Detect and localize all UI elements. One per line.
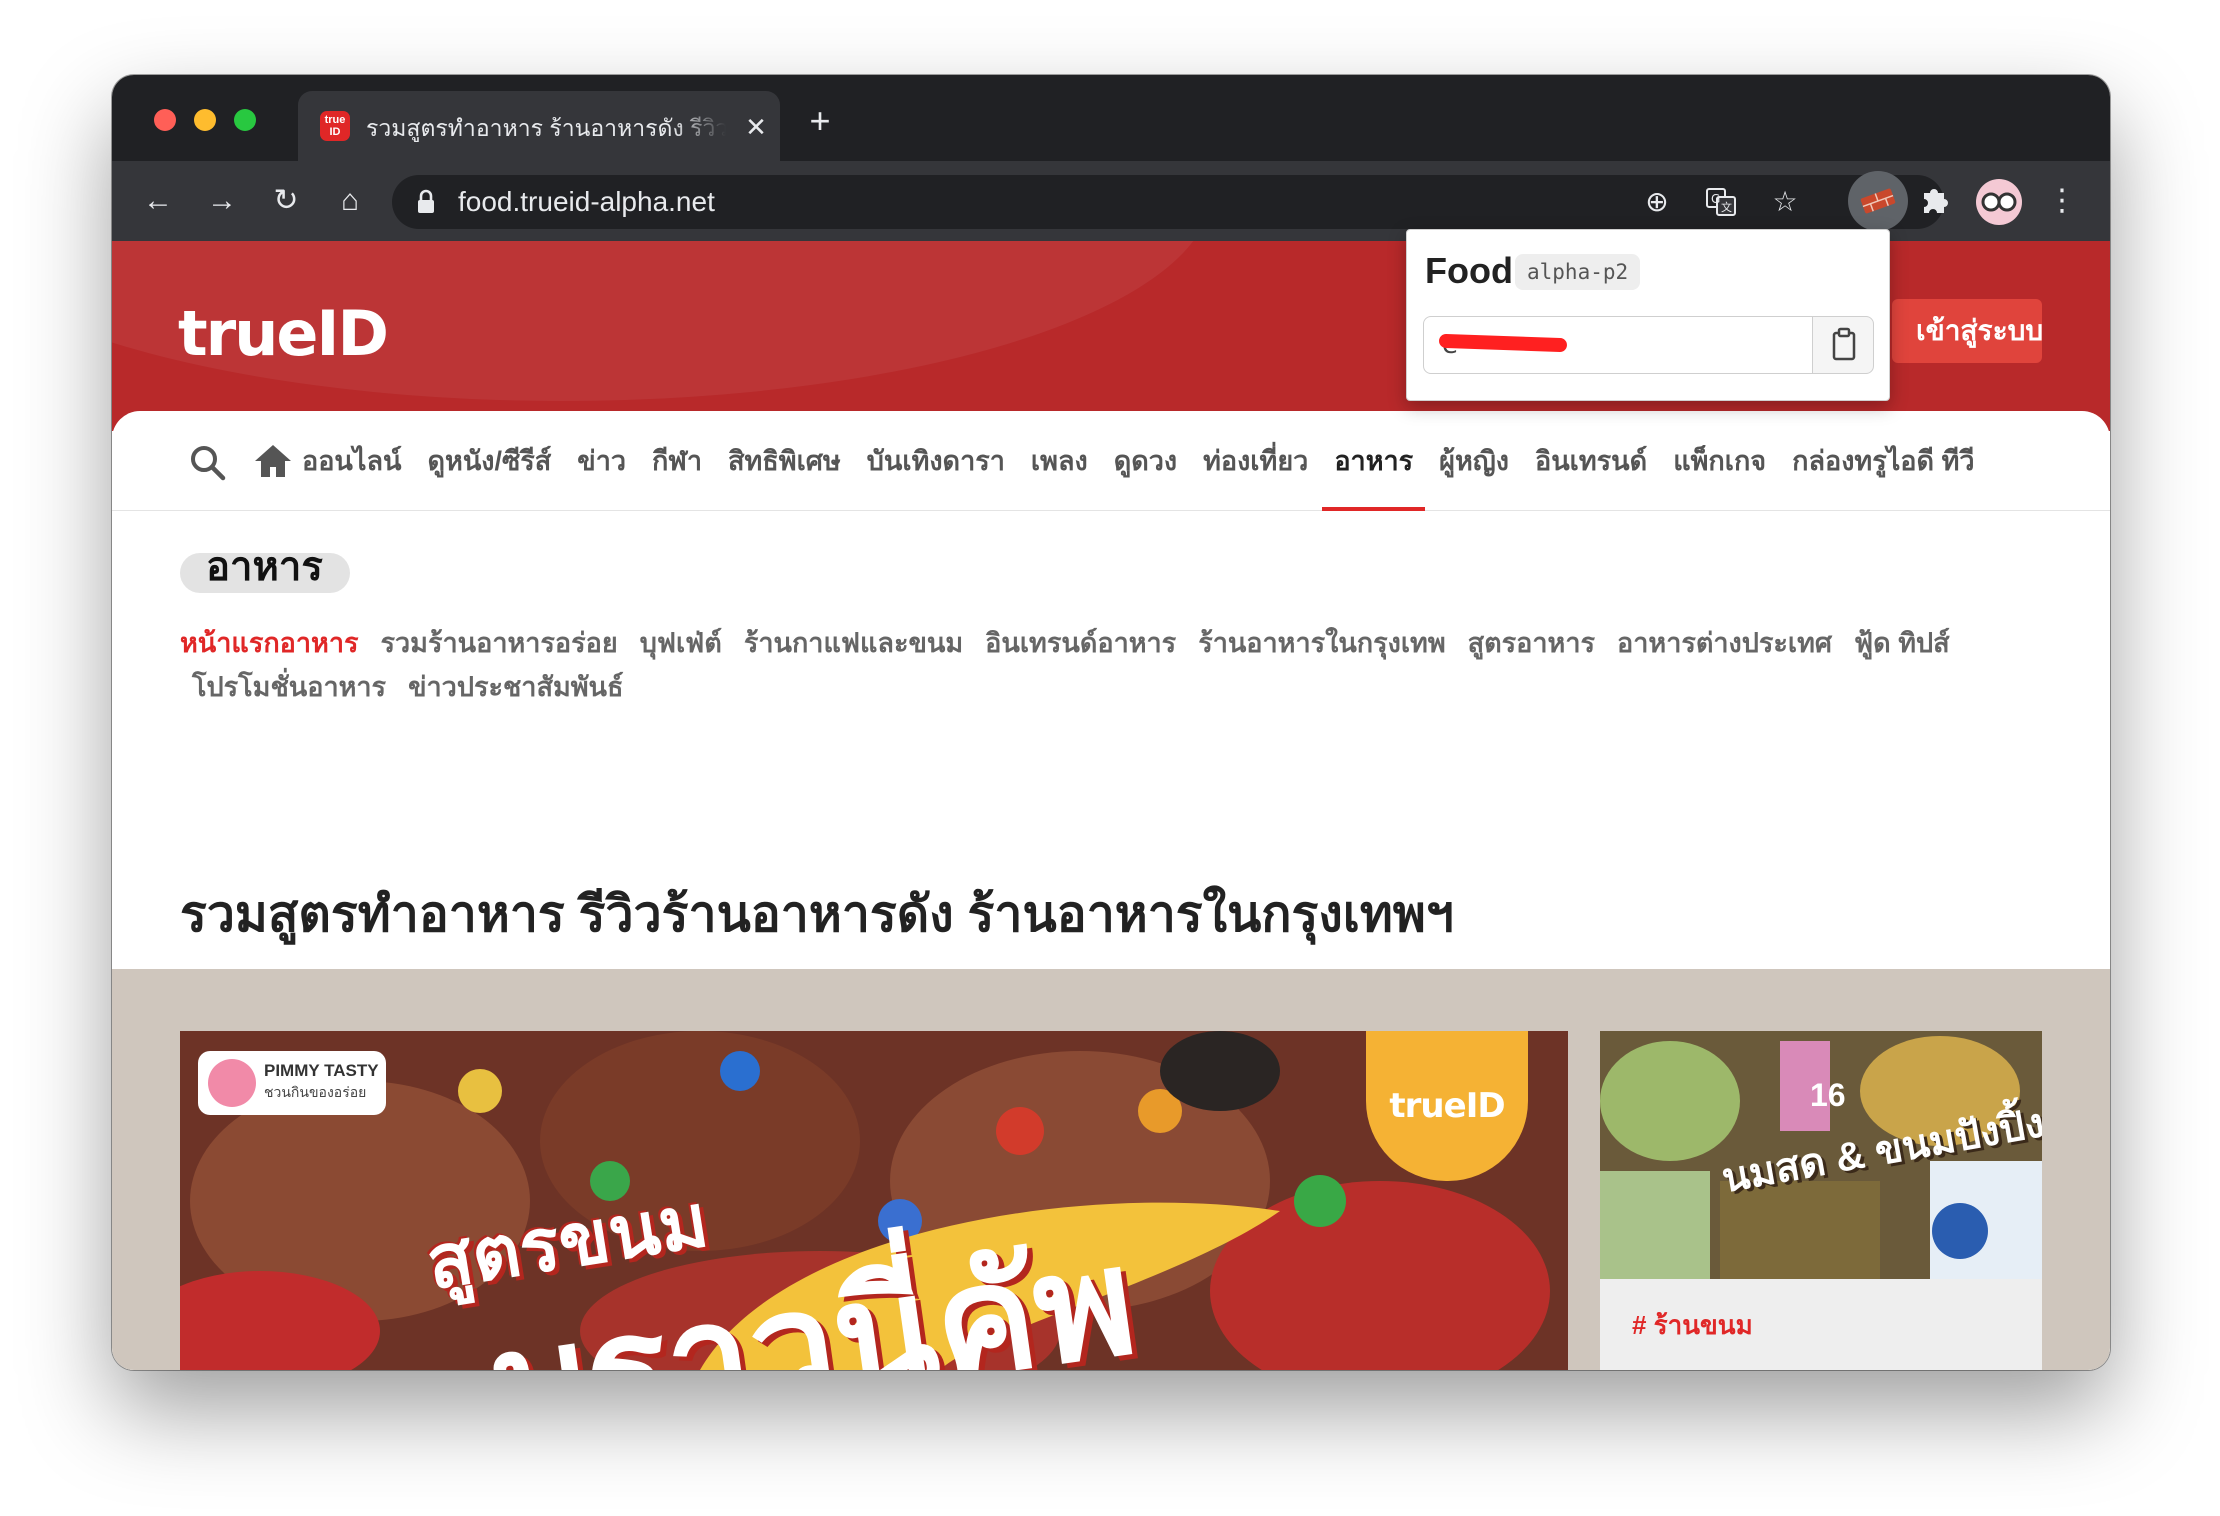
side-promo-number: 16 [1810, 1077, 1846, 1113]
nav-item[interactable]: กีฬา [652, 411, 702, 511]
nav-item[interactable]: อินเทรนด์ [1535, 411, 1647, 511]
login-button[interactable]: เข้าสู่ระบบ [1892, 299, 2042, 363]
sub-nav-item[interactable]: อินเทรนด์อาหาร [985, 621, 1176, 665]
svg-text:文: 文 [1721, 200, 1732, 214]
tab-title: รวมสูตรทำอาหาร ร้านอาหารดัง รีวิวร้านอาห… [366, 115, 726, 141]
home-icon[interactable]: ⌂ [330, 181, 370, 221]
pimmy-tasty-badge: PIMMY TASTY ชวนกินของอร่อย [198, 1051, 386, 1115]
sub-nav-row-2: โปรโมชั่นอาหาร ข่าวประชาสัมพันธ์ [180, 665, 2080, 709]
sub-nav-item[interactable]: บุฟเฟ่ต์ [640, 621, 722, 665]
install-app-icon[interactable]: ⊕ [1640, 185, 1674, 219]
sub-nav-row-1: หน้าแรกอาหาร รวมร้านอาหารอร่อย บุฟเฟ่ต์ ร้า… [180, 621, 2080, 665]
sub-nav-item[interactable]: ร้านอาหารในกรุงเทพ [1198, 621, 1445, 665]
tab-close-icon[interactable]: ✕ [742, 113, 770, 141]
forward-arrow-icon[interactable]: → [202, 181, 242, 221]
page-title: รวมสูตรทำอาหาร รีวิวร้านอาหารดัง ร้านอาห… [180, 886, 1454, 942]
new-tab-button[interactable]: + [802, 103, 838, 139]
bookmark-star-icon[interactable]: ☆ [1768, 185, 1802, 219]
nav-item[interactable]: อาหาร [1322, 411, 1425, 511]
side-article-tag[interactable]: # ร้านขนม [1632, 1307, 1753, 1343]
nav-item[interactable]: แพ็กเกจ [1673, 411, 1766, 511]
page-content: trueID เข้าสู่ระบบ ออนไลน์ ดูหนัง/ซีรีส์ข… [112, 241, 2110, 1370]
puzzle-icon[interactable] [1912, 179, 1956, 223]
translate-icon[interactable]: G 文 [1704, 185, 1738, 219]
copy-button[interactable] [1812, 316, 1874, 374]
minimize-window-button[interactable] [194, 109, 216, 131]
svg-text:G: G [1711, 192, 1720, 206]
url-text[interactable]: food.trueid-alpha.net [458, 185, 715, 219]
tab-strip: true ID รวมสูตรทำอาหาร ร้านอาหารดัง รีวิ… [112, 75, 2110, 161]
section-title: อาหาร [206, 545, 323, 589]
reload-icon[interactable]: ↻ [266, 181, 306, 221]
nav-item[interactable]: กล่องทรูไอดี ทีวี [1792, 411, 1974, 511]
tab-favicon-icon: true ID [320, 111, 350, 141]
back-arrow-icon[interactable]: ← [138, 181, 178, 221]
nav-item[interactable]: ผู้หญิง [1439, 411, 1509, 511]
main-nav: ออนไลน์ ดูหนัง/ซีรีส์ ข่าว กีฬา สิทธิพิเศษ บั… [112, 411, 2110, 511]
nav-item[interactable]: ออนไลน์ [302, 411, 401, 511]
pimmy-name: PIMMY TASTY [264, 1061, 379, 1080]
sub-nav-item[interactable]: ข่าวประชาสัมพันธ์ [408, 665, 623, 709]
sub-nav-item[interactable]: รวมร้านอาหารอร่อย [381, 621, 618, 665]
sub-nav: หน้าแรกอาหาร รวมร้านอาหารอร่อย บุฟเฟ่ต์ ร้า… [180, 621, 2080, 709]
nav-item[interactable]: ดูหนัง/ซีรีส์ [427, 411, 551, 511]
nav-item[interactable]: เพลง [1031, 411, 1088, 511]
extension-popup: Food alpha-p2 e [1406, 229, 1890, 401]
popup-title: Food [1425, 250, 1513, 291]
sub-nav-item[interactable]: อาหารต่างประเทศ [1617, 621, 1832, 665]
profile-avatar[interactable] [1976, 179, 2022, 225]
trueid-logo[interactable]: trueID [178, 299, 389, 369]
browser-window: true ID รวมสูตรทำอาหาร ร้านอาหารดัง รีวิ… [112, 75, 2110, 1370]
maximize-window-button[interactable] [234, 109, 256, 131]
clipboard-icon [1832, 327, 1856, 361]
nav-item[interactable]: ท่องเที่ยว [1203, 411, 1308, 511]
nav-items: ออนไลน์ ดูหนัง/ซีรีส์ ข่าว กีฬา สิทธิพิเศษ บั… [302, 411, 2042, 511]
lock-icon [418, 189, 434, 213]
sub-nav-item[interactable]: โปรโมชั่นอาหาร [192, 665, 386, 709]
browser-menu-icon[interactable]: ⋮ [2040, 179, 2084, 223]
address-bar[interactable]: food.trueid-alpha.net ⊕ G 文 ☆ [392, 175, 1944, 229]
nav-item[interactable]: สิทธิพิเศษ [728, 411, 841, 511]
close-window-button[interactable] [154, 109, 176, 131]
featured-article-image[interactable]: PIMMY TASTY ชวนกินของอร่อย trueID สูตรขน… [180, 1031, 1568, 1370]
nav-item[interactable]: ข่าว [577, 411, 626, 511]
sub-nav-item[interactable]: หน้าแรกอาหาร [180, 621, 359, 665]
nav-item[interactable]: บันเทิงดารา [867, 411, 1005, 511]
search-icon[interactable] [188, 443, 228, 483]
avatar-glasses-icon [1981, 192, 2017, 212]
side-article-card[interactable]: 16 นมสด & ขนมปังปิ้ง # ร้านขนม [1600, 1031, 2042, 1370]
pimmy-avatar [208, 1059, 256, 1107]
sub-nav-item[interactable]: สูตรอาหาร [1468, 621, 1595, 665]
side-article-image: 16 นมสด & ขนมปังปิ้ง [1600, 1031, 2042, 1279]
sub-nav-item[interactable]: ร้านกาแฟและขนม [744, 621, 963, 665]
home-nav-icon[interactable] [252, 441, 294, 481]
sub-nav-item[interactable]: ฟู้ด ทิปส์ [1854, 621, 1950, 665]
browser-tab-active[interactable]: true ID รวมสูตรทำอาหาร ร้านอาหารดัง รีวิ… [298, 91, 780, 161]
pimmy-subtitle: ชวนกินของอร่อย [264, 1084, 367, 1100]
nav-item[interactable]: ดูดวง [1114, 411, 1177, 511]
popup-env-badge: alpha-p2 [1515, 254, 1641, 290]
brick-icon [1860, 188, 1896, 214]
active-extension-button[interactable] [1848, 171, 1908, 231]
